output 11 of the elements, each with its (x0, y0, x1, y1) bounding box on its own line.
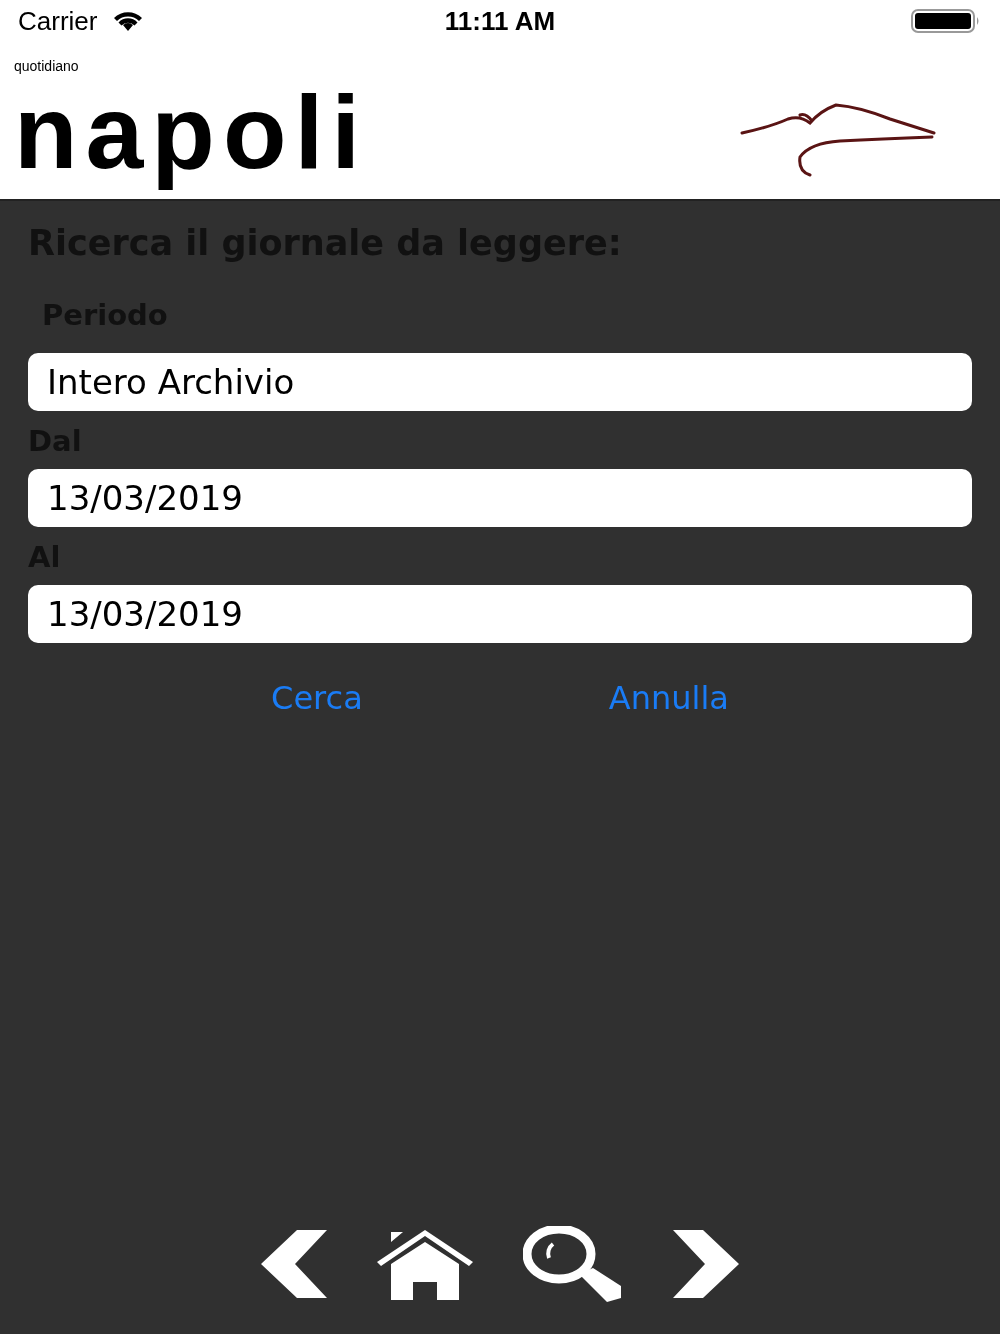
search-icon[interactable] (523, 1226, 623, 1302)
logo-wordmark: napoli (14, 75, 369, 188)
carrier-label: Carrier (18, 5, 98, 37)
clock-time: 11:11 AM (444, 5, 556, 37)
date-field[interactable]: 13/03/2019 (28, 469, 972, 527)
back-icon[interactable] (261, 1230, 327, 1298)
logo-tagline: quotidiano (14, 57, 79, 74)
period-field[interactable]: Intero Archivio (28, 353, 972, 411)
date-field[interactable]: 13/03/2019 (28, 585, 972, 643)
home-icon[interactable] (377, 1228, 473, 1300)
forward-icon[interactable] (673, 1230, 739, 1298)
